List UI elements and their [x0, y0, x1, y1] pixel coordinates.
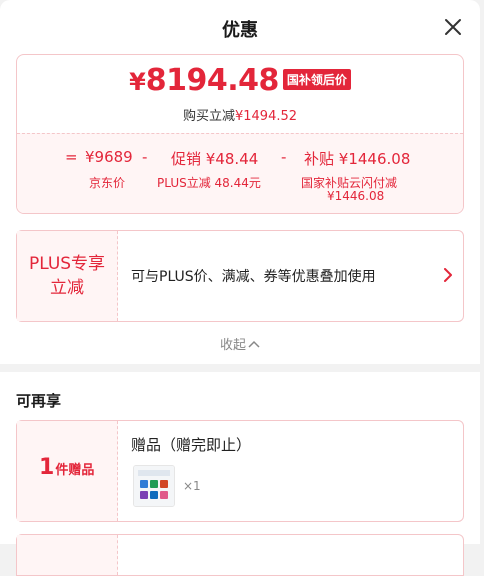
gift-thumbnail[interactable]	[133, 465, 175, 507]
final-price: ¥8194.48 国补领后价	[17, 63, 463, 98]
chevron-right-icon	[444, 268, 452, 282]
promo-value: ¥48.44	[205, 150, 259, 168]
plus-discount-row[interactable]: PLUS专享 立减 可与PLUS价、满减、券等优惠叠加使用	[16, 230, 464, 322]
sheet-title: 优惠	[222, 20, 258, 41]
extra-offers-card: 可再享 1件赠品 赠品（赠完即止） ×1	[0, 372, 480, 576]
subsidy-value: ¥1446.08	[338, 150, 411, 168]
gift-count-number: 1	[39, 455, 55, 480]
promotion-sheet: 优惠 ¥8194.48 国补领后价 购买立减¥1494.52 = ¥9689 - …	[0, 0, 484, 576]
gift-count-unit: 件赠品	[55, 463, 95, 478]
gift-count: 1件赠品	[39, 455, 94, 480]
next-offer-row[interactable]	[16, 534, 464, 576]
price-summary: ¥8194.48 国补领后价 购买立减¥1494.52 = ¥9689 - 促销 …	[16, 54, 464, 214]
subsidy-item: 补贴 ¥1446.08	[304, 148, 410, 169]
gift-quantity: ×1	[183, 479, 201, 493]
equals-sign: =	[65, 148, 78, 166]
jd-price-label: 京东价	[89, 176, 126, 190]
gift-row[interactable]: 1件赠品 赠品（赠完即止） ×1	[16, 420, 464, 522]
plus-description: 可与PLUS价、满减、券等优惠叠加使用	[131, 269, 376, 285]
close-icon	[445, 19, 461, 35]
subsidy-desc-amount: ¥1446.08	[327, 189, 385, 203]
gift-title: 赠品（赠完即止）	[131, 436, 252, 454]
promo-item: 促销 ¥48.44	[171, 148, 258, 169]
section-title: 可再享	[16, 392, 62, 410]
minus-sign: -	[142, 148, 148, 166]
collapse-button[interactable]: 收起	[0, 334, 480, 353]
saving-label: 购买立减	[182, 109, 235, 124]
subsidy-price-badge: 国补领后价	[282, 69, 351, 90]
currency-symbol: ¥	[129, 68, 146, 96]
final-price-amount: 8194.48	[145, 63, 280, 98]
close-button[interactable]	[442, 16, 464, 38]
jd-price-value: ¥9689	[85, 148, 133, 166]
saving-value: ¥1494.52	[234, 109, 298, 124]
collapse-label: 收起	[219, 338, 246, 353]
promo-desc: PLUS立减 48.44元	[157, 176, 261, 190]
plus-tag-line1: PLUS专享	[28, 254, 106, 274]
plus-tag-line2: 立减	[50, 278, 84, 298]
gift-image	[134, 466, 174, 506]
subsidy-label: 补贴	[304, 150, 335, 168]
next-offer-tag	[17, 535, 118, 575]
chevron-up-icon	[248, 340, 260, 348]
saving-line: 购买立减¥1494.52	[17, 105, 463, 124]
price-breakdown: = ¥9689 - 促销 ¥48.44 - 补贴 ¥1446.08 京东价 PL…	[17, 133, 463, 213]
discount-card: 优惠 ¥8194.48 国补领后价 购买立减¥1494.52 = ¥9689 - …	[0, 0, 480, 364]
promo-label: 促销	[171, 150, 202, 168]
minus-sign: -	[281, 148, 287, 166]
gift-tag: 1件赠品	[17, 421, 118, 521]
plus-tag: PLUS专享 立减	[17, 231, 118, 321]
